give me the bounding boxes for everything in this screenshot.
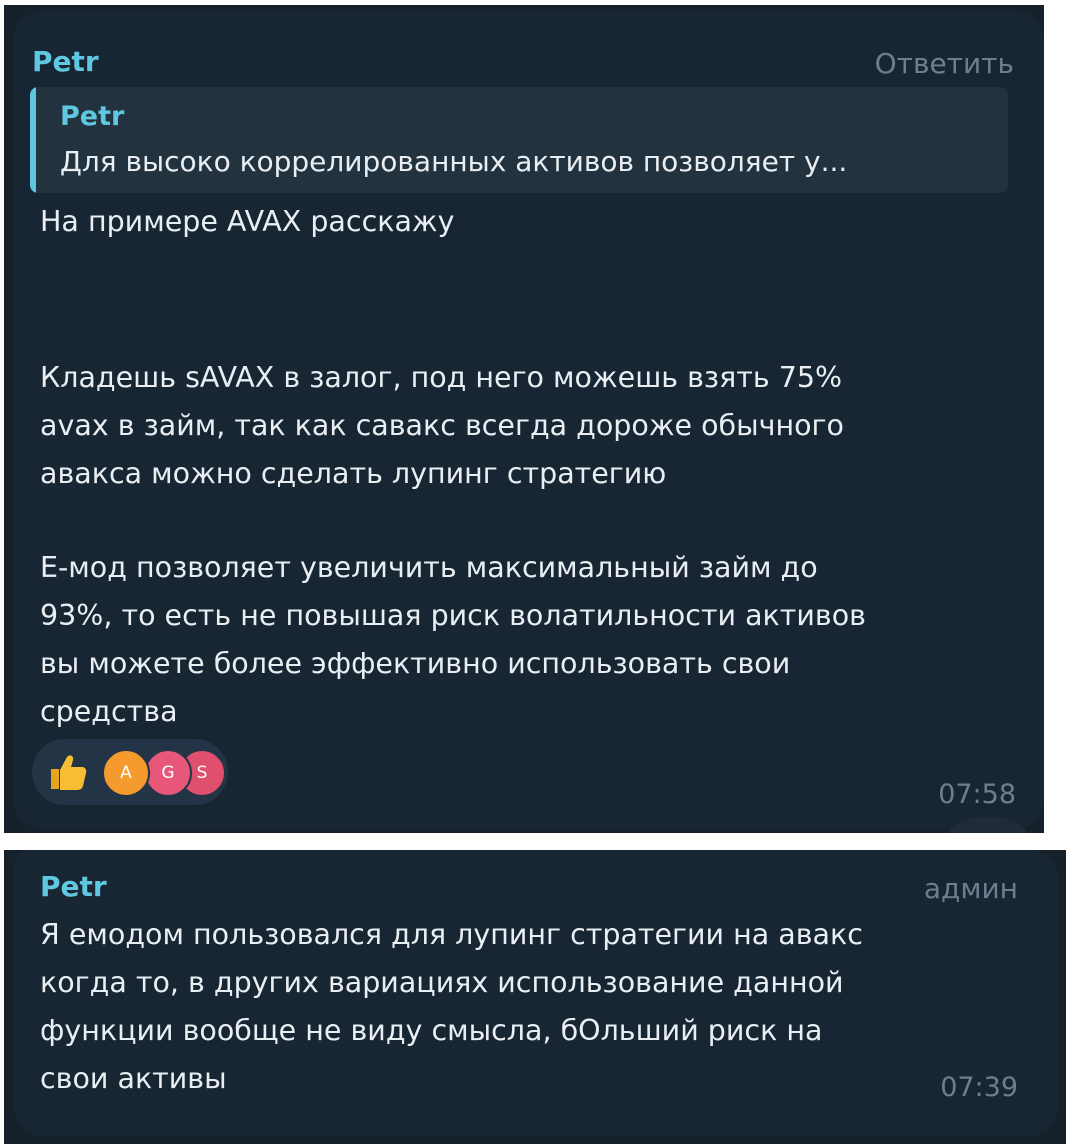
message-line: свои активы bbox=[40, 1062, 227, 1095]
quote-text: Для высоко коррелированных активов позво… bbox=[60, 145, 848, 178]
message-line: Я емодом пользовался для лупинг стратеги… bbox=[40, 918, 863, 951]
message-line: avax в займ, так как савакс всегда дорож… bbox=[40, 409, 844, 442]
message-screenshot-1: Petr Ответить Petr Для высоко коррелиров… bbox=[4, 5, 1044, 833]
quote-sender: Petr bbox=[60, 101, 125, 132]
message-time: 07:58 bbox=[938, 779, 1016, 810]
message-bubble[interactable]: Petr Ответить Petr Для высоко коррелиров… bbox=[14, 11, 1044, 829]
message-time: 07:39 bbox=[940, 1072, 1018, 1103]
message-line: авакса можно сделать лупинг стратегию bbox=[40, 457, 667, 490]
message-line: функции вообще не виду смысла, бОльший р… bbox=[40, 1014, 823, 1047]
message-line: 93%, то есть не повышая риск волатильнос… bbox=[40, 599, 866, 632]
reaction-pill[interactable]: A G S bbox=[32, 739, 228, 805]
message-bubble[interactable]: Petr админ Я емодом пользовался для лупи… bbox=[14, 850, 1058, 1136]
admin-badge: админ bbox=[923, 872, 1018, 905]
reply-button[interactable]: Ответить bbox=[875, 47, 1014, 80]
reply-quote[interactable]: Petr Для высоко коррелированных активов … bbox=[30, 87, 1008, 193]
thumbs-up-icon bbox=[44, 749, 90, 795]
message-line: средства bbox=[40, 695, 178, 728]
reaction-avatar: A bbox=[102, 749, 150, 797]
sender-name[interactable]: Petr bbox=[40, 870, 107, 903]
message-line: Е-мод позволяет увеличить максимальный з… bbox=[40, 551, 818, 584]
quote-bar bbox=[30, 87, 36, 193]
message-line: вы можете более эффективно использовать … bbox=[40, 647, 791, 680]
message-screenshot-2: Petr админ Я емодом пользовался для лупи… bbox=[4, 850, 1066, 1144]
sender-name[interactable]: Petr bbox=[32, 45, 99, 78]
message-line: Кладешь sAVAX в залог, под него можешь в… bbox=[40, 361, 843, 394]
message-line: На примере AVAX расскажу bbox=[40, 205, 455, 238]
message-line: когда то, в других вариациях использован… bbox=[40, 966, 844, 999]
reaction-avatar: G bbox=[144, 749, 192, 797]
